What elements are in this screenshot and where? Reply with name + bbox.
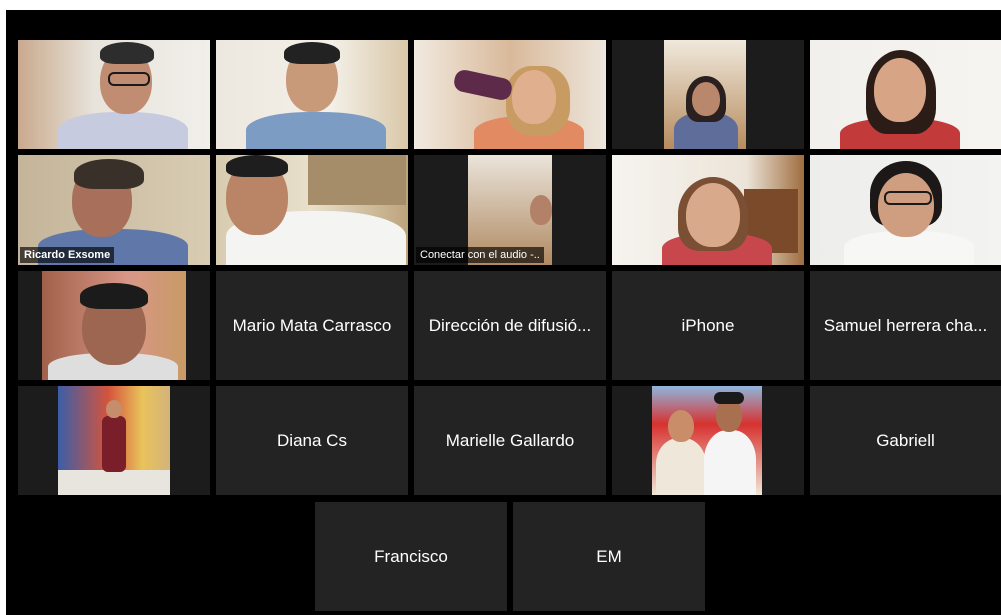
participant-tile[interactable] [18,386,210,495]
participant-name: Francisco [374,546,448,566]
participant-tile-active-speaker[interactable]: Ricardo Exsome [18,155,210,265]
video-feed [18,40,210,149]
participant-tile[interactable]: Marielle Gallardo [414,386,606,495]
participant-tile[interactable] [216,155,408,265]
participant-name-label: Conectar con el audio -.. [416,247,544,263]
video-feed [216,40,408,149]
participant-name: Dirección de difusió... [428,315,592,335]
video-feed [18,271,210,380]
video-feed [612,40,804,149]
video-feed [216,155,408,265]
participant-tile[interactable] [612,155,804,265]
participant-tile[interactable] [612,386,804,495]
participant-name: Mario Mata Carrasco [232,315,392,335]
video-feed [810,40,1001,149]
participant-tile[interactable] [612,40,804,149]
participant-tile[interactable]: Gabriell [810,386,1001,495]
participant-name: Marielle Gallardo [445,430,575,450]
participant-tile[interactable]: EM [513,502,705,611]
participant-tile[interactable] [414,40,606,149]
video-feed [612,155,804,265]
video-feed [612,386,804,495]
participant-tile[interactable]: Francisco [315,502,507,611]
participant-name: Gabriell [876,430,935,450]
participant-tile[interactable] [216,40,408,149]
participant-tile[interactable]: Mario Mata Carrasco [216,271,408,380]
participant-tile[interactable]: Dirección de difusió... [414,271,606,380]
video-feed [414,40,606,149]
participant-tile[interactable]: Diana Cs [216,386,408,495]
participant-tile[interactable]: Samuel herrera cha... [810,271,1001,380]
participant-name: Samuel herrera cha... [823,315,988,335]
participant-name: EM [596,546,622,566]
video-feed [810,155,1001,265]
participant-tile[interactable] [18,40,210,149]
participant-name: Diana Cs [277,430,347,450]
participant-tile[interactable] [810,155,1001,265]
participant-tile[interactable]: Conectar con el audio -.. [414,155,606,265]
participant-tile[interactable]: iPhone [612,271,804,380]
participant-name-label: Ricardo Exsome [20,247,115,263]
participant-name: iPhone [681,315,735,335]
participant-tile[interactable] [18,271,210,380]
video-grid: Ricardo Exsome Conectar con el audio -.. [6,10,1001,615]
video-feed [18,386,210,495]
participant-tile[interactable] [810,40,1001,149]
